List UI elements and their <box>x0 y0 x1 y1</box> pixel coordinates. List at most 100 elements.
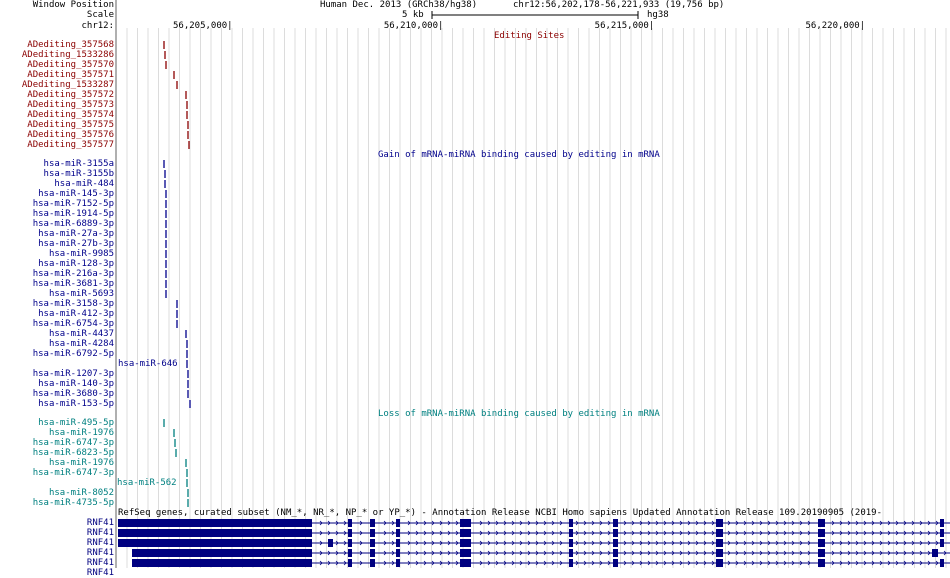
exon-block <box>818 539 825 547</box>
exon-block <box>396 519 400 527</box>
track-item-label[interactable]: hsa-miR-646 <box>118 359 178 369</box>
track-item-label[interactable]: ADediting_357572 <box>0 90 114 100</box>
exon-block <box>613 529 618 537</box>
track-item-label[interactable]: hsa-miR-3155b <box>0 169 114 179</box>
track-item-label[interactable]: ADediting_357568 <box>0 40 114 50</box>
track-item-label[interactable]: hsa-miR-6823-5p <box>0 448 114 458</box>
assembly-text: Human Dec. 2013 (GRCh38/hg38) <box>320 0 478 10</box>
exon-block <box>569 539 573 547</box>
db-label: hg38 <box>647 10 669 20</box>
track-item-label[interactable]: hsa-miR-4735-5p <box>0 498 114 508</box>
track-item-label[interactable]: hsa-miR-27a-3p <box>0 229 114 239</box>
exon-block <box>569 519 573 527</box>
track-item-label[interactable]: RNF41 <box>0 528 114 538</box>
exon-block <box>348 559 352 567</box>
exon-block <box>460 529 471 537</box>
track-item-label[interactable]: hsa-miR-145-3p <box>0 189 114 199</box>
exon-block <box>940 519 944 527</box>
track-item-label[interactable]: hsa-miR-7152-5p <box>0 199 114 209</box>
scale-bar-label: 5 kb <box>402 10 424 20</box>
track-item-label[interactable]: hsa-miR-6889-3p <box>0 219 114 229</box>
exon-block <box>818 519 825 527</box>
exon-block <box>370 549 375 557</box>
track-item-label[interactable]: hsa-miR-4284 <box>0 339 114 349</box>
editing-track-title[interactable]: Editing Sites <box>494 31 564 41</box>
track-item-label[interactable]: ADediting_357573 <box>0 100 114 110</box>
track-item-label[interactable]: ADediting_357571 <box>0 70 114 80</box>
track-item-label[interactable]: ADediting_357576 <box>0 130 114 140</box>
exon-block <box>396 559 400 567</box>
track-item-label[interactable]: hsa-miR-495-5p <box>0 418 114 428</box>
track-item-label[interactable]: hsa-miR-128-3p <box>0 259 114 269</box>
exon-block <box>716 529 723 537</box>
track-item-label[interactable]: RNF41 <box>0 558 114 568</box>
exon-block <box>940 529 944 537</box>
track-item-label[interactable]: hsa-miR-1976 <box>0 458 114 468</box>
gain-track-title[interactable]: Gain of mRNA-miRNA binding caused by edi… <box>378 150 660 160</box>
track-item-label[interactable]: ADediting_1533286 <box>0 50 114 60</box>
exon-block <box>569 529 573 537</box>
track-item-label[interactable]: RNF41 <box>0 568 114 578</box>
track-item-label[interactable]: hsa-miR-216a-3p <box>0 269 114 279</box>
track-item-label[interactable]: RNF41 <box>0 548 114 558</box>
exon-block <box>370 519 375 527</box>
exon-block <box>613 539 618 547</box>
exon-block <box>818 559 825 567</box>
track-item-label[interactable]: hsa-miR-9985 <box>0 249 114 259</box>
track-item-label[interactable]: hsa-miR-140-3p <box>0 379 114 389</box>
track-item-label[interactable]: hsa-miR-6747-3p <box>0 468 114 478</box>
exon-block <box>396 529 400 537</box>
exon-block <box>613 519 618 527</box>
track-item-label[interactable]: RNF41 <box>0 538 114 548</box>
loss-track-title[interactable]: Loss of mRNA-miRNA binding caused by edi… <box>378 409 660 419</box>
track-item-label[interactable]: hsa-miR-562 <box>117 478 177 488</box>
exon-block <box>716 559 723 567</box>
exon-block <box>396 539 400 547</box>
exon-block <box>932 549 938 557</box>
track-item-label[interactable]: hsa-miR-3158-3p <box>0 299 114 309</box>
exon-block <box>118 529 312 537</box>
genome-browser-image[interactable]: Window Position Scale chr12: Human Dec. … <box>0 0 950 578</box>
exon-block <box>370 539 375 547</box>
track-item-label[interactable]: ADediting_357574 <box>0 110 114 120</box>
track-item-label[interactable]: ADediting_1533287 <box>0 80 114 90</box>
exon-block <box>328 539 333 547</box>
track-item-label[interactable]: hsa-miR-6747-3p <box>0 438 114 448</box>
gene-track-title[interactable]: RefSeq genes, curated subset (NM_*, NR_*… <box>118 508 882 518</box>
exon-block <box>569 549 573 557</box>
exon-block <box>613 559 618 567</box>
track-item-label[interactable]: hsa-miR-1914-5p <box>0 209 114 219</box>
track-item-label[interactable]: hsa-miR-1976 <box>0 428 114 438</box>
exon-block <box>118 519 312 527</box>
track-item-label[interactable]: hsa-miR-6754-3p <box>0 319 114 329</box>
ruler-tick-label: 56,205,000| <box>172 21 233 31</box>
exon-block <box>348 549 352 557</box>
track-item-label[interactable]: hsa-miR-1207-3p <box>0 369 114 379</box>
track-item-label[interactable]: hsa-miR-153-5p <box>0 399 114 409</box>
exon-block <box>118 539 312 547</box>
track-item-label[interactable]: hsa-miR-412-3p <box>0 309 114 319</box>
exon-block <box>460 559 471 567</box>
track-item-label[interactable]: ADediting_357570 <box>0 60 114 70</box>
track-item-label[interactable]: hsa-miR-3681-3p <box>0 279 114 289</box>
track-item-label[interactable]: hsa-miR-6792-5p <box>0 349 114 359</box>
ruler-tick-label: 56,220,000| <box>805 21 866 31</box>
exon-block <box>460 539 471 547</box>
track-item-label[interactable]: hsa-miR-5693 <box>0 289 114 299</box>
exon-block <box>370 559 375 567</box>
track-item-label[interactable]: hsa-miR-8052 <box>0 488 114 498</box>
track-item-label[interactable]: ADediting_357575 <box>0 120 114 130</box>
exon-block <box>460 549 471 557</box>
exon-block <box>348 529 352 537</box>
track-item-label[interactable]: hsa-miR-27b-3p <box>0 239 114 249</box>
track-item-label[interactable]: hsa-miR-484 <box>0 179 114 189</box>
track-item-label[interactable]: RNF41 <box>0 518 114 528</box>
track-item-label[interactable]: ADediting_357577 <box>0 140 114 150</box>
track-item-label[interactable]: hsa-miR-3680-3p <box>0 389 114 399</box>
track-item-label[interactable]: hsa-miR-3155a <box>0 159 114 169</box>
exon-block <box>940 559 944 567</box>
position-text: chr12:56,202,178-56,221,933 (19,756 bp) <box>513 0 725 10</box>
ruler-tick-label: 56,210,000| <box>383 21 444 31</box>
exon-block <box>460 519 471 527</box>
track-item-label[interactable]: hsa-miR-4437 <box>0 329 114 339</box>
